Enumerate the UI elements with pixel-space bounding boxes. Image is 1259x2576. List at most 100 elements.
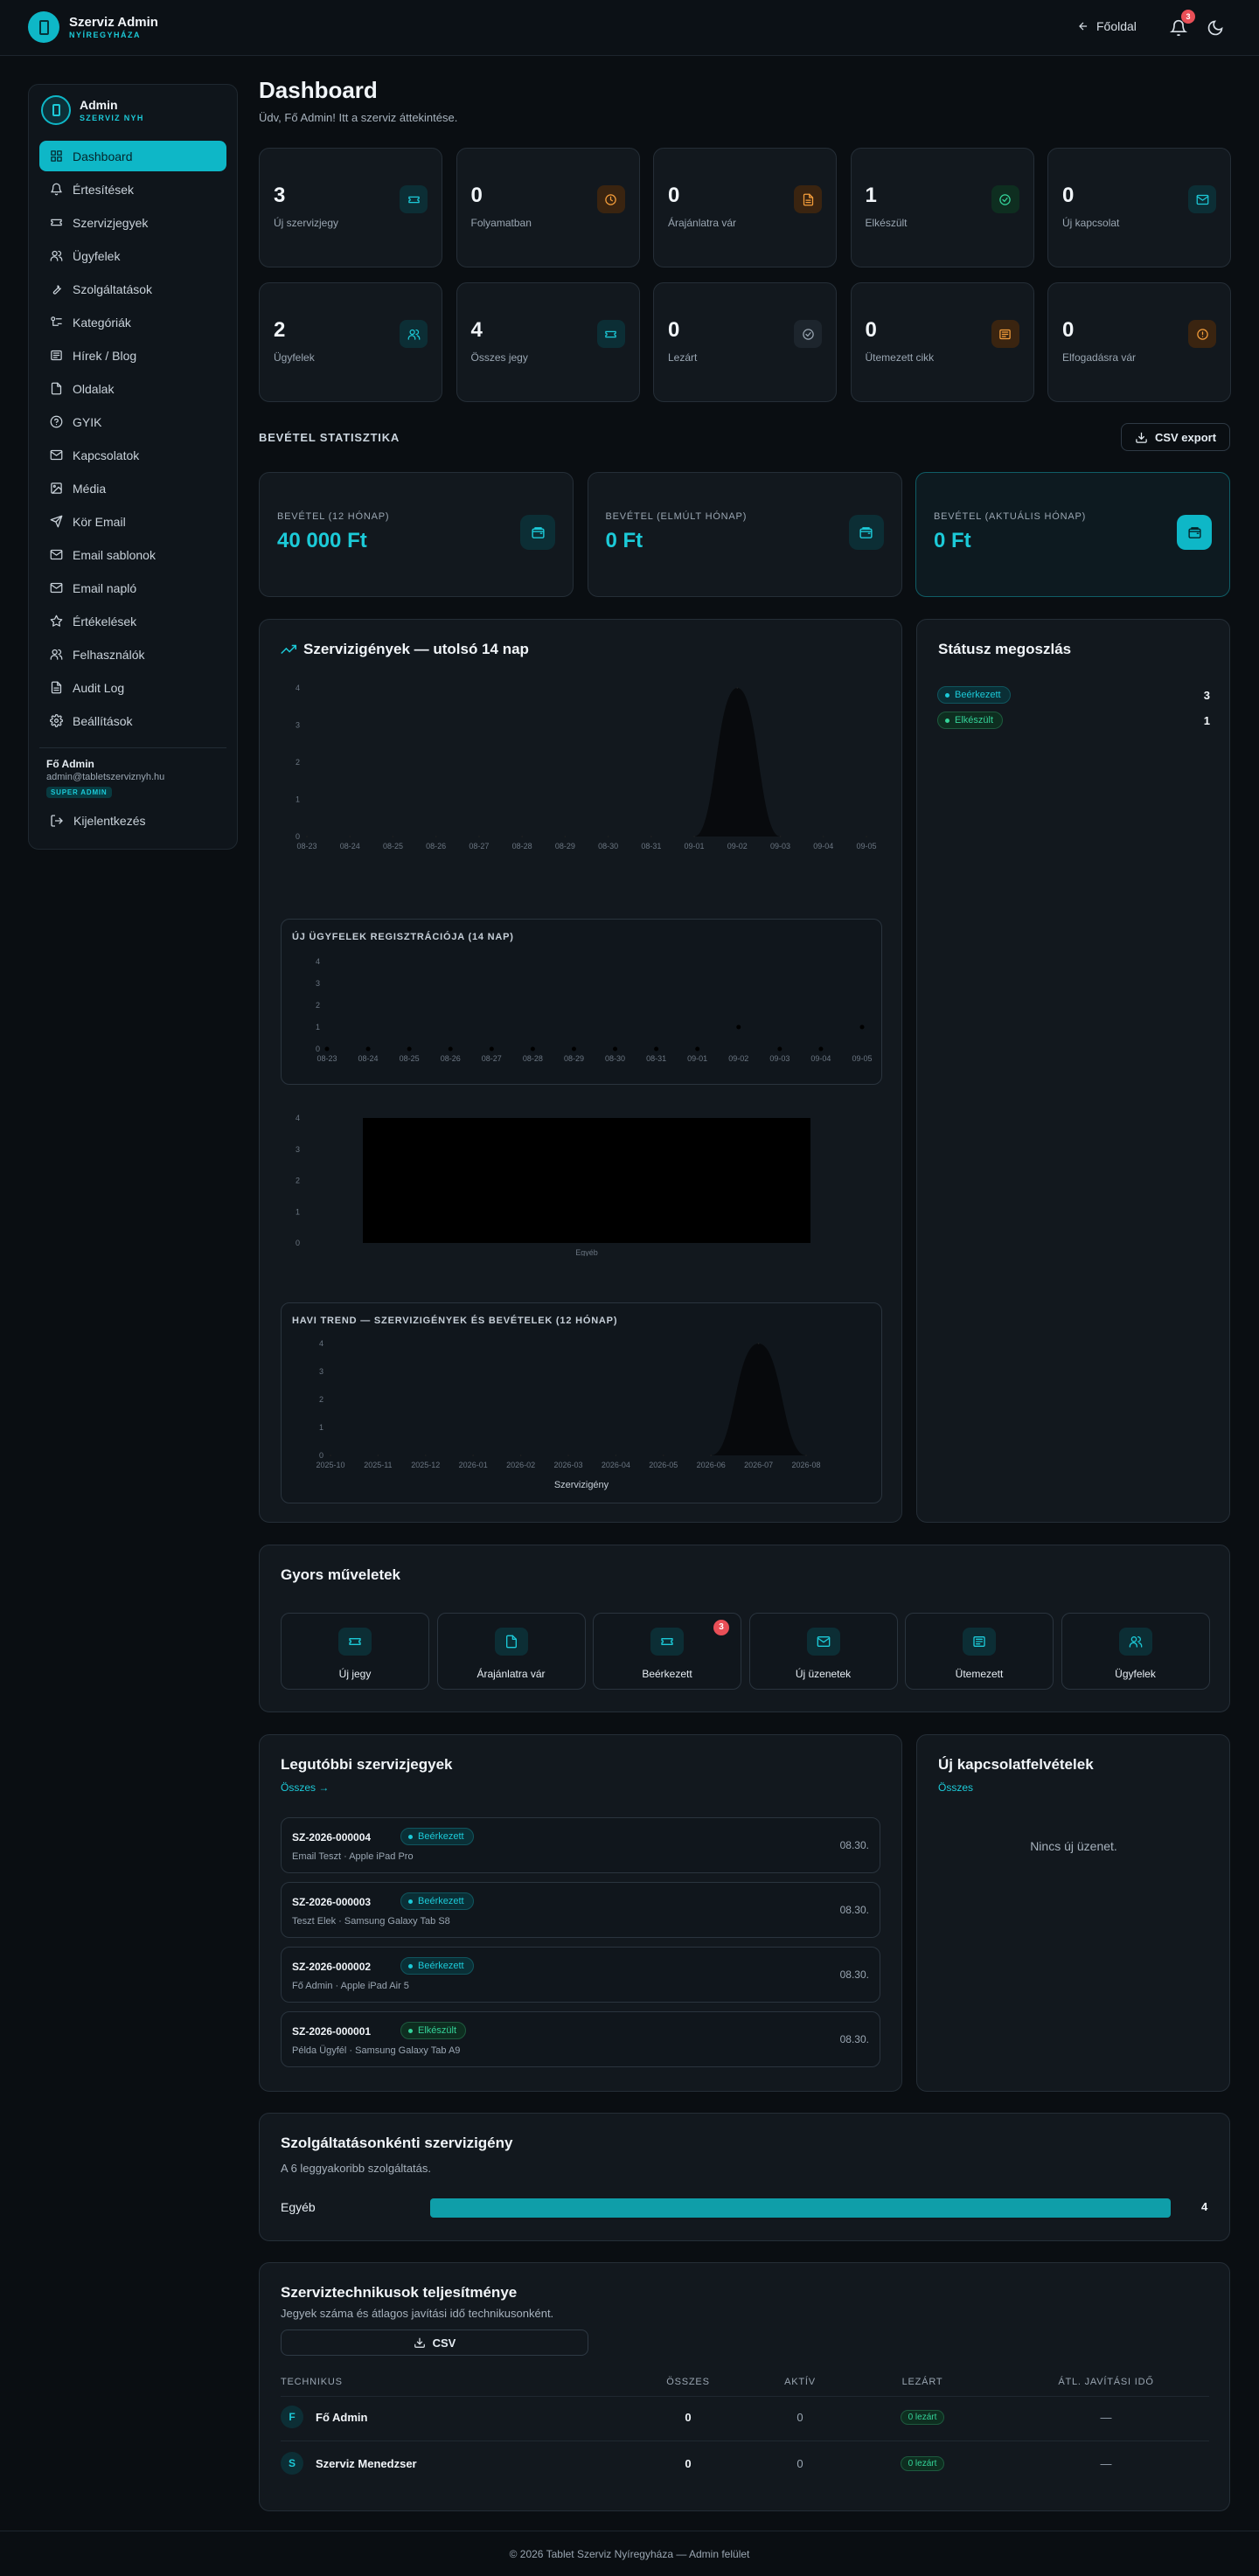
sidebar-item-15[interactable]: Felhasználók	[39, 639, 226, 670]
stat-card-7[interactable]: 0 Lezárt	[653, 282, 837, 402]
mail-icon	[1196, 194, 1208, 205]
newspaper-icon	[51, 350, 62, 361]
sidebar-item-2[interactable]: Szervizjegyek	[39, 207, 226, 238]
x-tick-label: 08-30	[605, 1054, 625, 1063]
data-point	[519, 1455, 522, 1456]
x-tick-label: 2026-03	[553, 1461, 582, 1469]
stat-card-8[interactable]: 0 Ütemezett cikk	[850, 282, 1034, 402]
sidebar-item-9[interactable]: Kapcsolatok	[39, 440, 226, 470]
stat-card-3[interactable]: 1 Elkészült	[850, 148, 1034, 267]
sidebar: Admin SZERVIZ NYH Dashboard Értesítések Sz…	[28, 84, 238, 850]
y-tick-label: 2	[319, 1395, 323, 1404]
sidebar-item-10[interactable]: Média	[39, 473, 226, 503]
sidebar-item-5[interactable]: Kategóriák	[39, 307, 226, 337]
csv-export-button[interactable]: CSV export	[1121, 423, 1230, 451]
technician-closed: 0 lezárt	[900, 2456, 945, 2471]
data-point	[324, 1046, 330, 1052]
sidebar-item-label: Értékelések	[73, 614, 137, 628]
sidebar-item-label: Dashboard	[73, 149, 133, 163]
ticket-row[interactable]: SZ-2026-000004 Beérkezett Email Teszt · Ap…	[281, 1817, 880, 1873]
technician-avg-time: —	[1100, 2411, 1112, 2424]
quick-action-1[interactable]: Árajánlatra vár	[436, 1613, 586, 1690]
sidebar-item-7[interactable]: Oldalak	[39, 373, 226, 404]
brand[interactable]: Szerviz Admin NYÍREGYHÁZA	[28, 11, 158, 43]
y-tick-label: 4	[296, 684, 300, 692]
all-tickets-link[interactable]: Összes →	[281, 1781, 329, 1794]
sidebar-item-8[interactable]: GYIK	[39, 406, 226, 437]
x-tick-label: 08-24	[340, 842, 360, 851]
quick-action-2[interactable]: Beérkezett 3	[593, 1613, 741, 1690]
x-tick-label: 09-04	[813, 842, 833, 851]
quick-action-5[interactable]: Ügyfelek	[1061, 1613, 1210, 1690]
stat-card-4[interactable]: 0 Új kapcsolat	[1047, 148, 1231, 267]
ticket-id: SZ-2026-000001	[292, 2025, 372, 2038]
home-link[interactable]: Főoldal	[1077, 19, 1137, 33]
role-badge: SUPER ADMIN	[46, 787, 112, 798]
sidebar-item-0[interactable]: Dashboard	[39, 141, 226, 171]
sidebar-item-1[interactable]: Értesítések	[39, 174, 226, 205]
data-point	[779, 836, 782, 837]
sidebar-item-11[interactable]: Kör Email	[39, 506, 226, 537]
x-tick-label: 08-23	[296, 842, 316, 851]
monthly-chart-box: HAVI TREND — SZERVIZIGÉNYEK ÉS BEVÉTELEK…	[281, 1302, 882, 1503]
moon-icon[interactable]	[1207, 19, 1224, 37]
sidebar-item-17[interactable]: Beállítások	[39, 705, 226, 736]
x-tick-label: 09-02	[727, 842, 748, 851]
data-point	[425, 1455, 427, 1456]
ticket-subtitle: Példa Ügyfél · Samsung Galaxy Tab A9	[292, 2045, 461, 2056]
help-icon	[50, 415, 63, 428]
status-label: Beérkezett	[955, 690, 1001, 700]
services-title: Szolgáltatásonkénti szervizigény	[281, 2135, 513, 2151]
ticket-status-pill: Beérkezett	[400, 1957, 474, 1975]
data-point	[349, 836, 351, 837]
x-tick-label: 08-29	[564, 1054, 584, 1063]
sidebar-item-3[interactable]: Ügyfelek	[39, 240, 226, 271]
page-icon	[51, 382, 62, 395]
technicians-csv-button[interactable]: CSV	[281, 2330, 588, 2356]
y-tick-label: 3	[316, 979, 320, 988]
ticket-status-pill: Beérkezett	[400, 1892, 474, 1910]
data-point	[407, 1046, 412, 1052]
stat-card-0[interactable]: 3 Új szervizjegy	[259, 148, 442, 267]
sidebar-item-label: Értesítések	[73, 182, 135, 197]
all-contacts-link[interactable]: Összes	[938, 1781, 973, 1794]
stat-icon-box	[794, 185, 822, 213]
stat-card-6[interactable]: 4 Összes jegy	[456, 282, 640, 402]
brand-subtitle: NYÍREGYHÁZA	[69, 31, 142, 39]
x-tick-label: 2025-10	[316, 1461, 344, 1469]
wallet-icon	[1187, 526, 1201, 538]
x-tick-label: 2026-02	[506, 1461, 535, 1469]
stat-card-1[interactable]: 0 Folyamatban	[456, 148, 640, 267]
sidebar-item-14[interactable]: Értékelések	[39, 606, 226, 636]
stat-card-2[interactable]: 0 Árajánlatra vár	[653, 148, 837, 267]
x-tick-label: 08-26	[441, 1054, 461, 1063]
x-tick-label: 09-03	[769, 1054, 789, 1063]
stat-card-5[interactable]: 2 Ügyfelek	[259, 282, 442, 402]
sidebar-item-13[interactable]: Email napló	[39, 573, 226, 603]
y-tick-label: 4	[316, 957, 320, 966]
sidebar-item-16[interactable]: Audit Log	[39, 672, 226, 703]
sidebar-item-6[interactable]: Hírek / Blog	[39, 340, 226, 371]
data-point	[613, 1046, 618, 1052]
y-tick-label: 0	[319, 1451, 323, 1460]
monthly-chart-legend: Szervizigény	[553, 1480, 609, 1490]
data-point	[530, 1046, 535, 1052]
sidebar-item-12[interactable]: Email sablonok	[39, 539, 226, 570]
sidebar-item-label: Kapcsolatok	[73, 448, 140, 462]
ticket-row[interactable]: SZ-2026-000003 Beérkezett Teszt Elek · Sam…	[281, 1882, 880, 1938]
quick-action-0[interactable]: Új jegy	[281, 1613, 429, 1690]
logout-button[interactable]: Kijelentkezés	[50, 814, 146, 828]
ticket-row[interactable]: SZ-2026-000002 Beérkezett Fő Admin · Apple…	[281, 1947, 880, 2003]
data-point	[607, 836, 609, 837]
sidebar-item-4[interactable]: Szolgáltatások	[39, 274, 226, 304]
x-tick-label: 09-05	[856, 842, 876, 851]
stat-value: 0	[668, 184, 680, 207]
quick-action-3[interactable]: Új üzenetek	[748, 1613, 898, 1690]
x-tick-label: 08-28	[512, 842, 532, 851]
stat-card-9[interactable]: 0 Elfogadásra vár	[1047, 282, 1231, 402]
stat-label: Elfogadásra vár	[1062, 351, 1137, 364]
x-tick-label: 09-04	[810, 1054, 831, 1063]
stat-value: 4	[470, 318, 483, 342]
ticket-row[interactable]: SZ-2026-000001 Elkészült Példa Ügyfél · Sa…	[281, 2011, 880, 2067]
quick-action-4[interactable]: Ütemezett	[905, 1613, 1054, 1690]
